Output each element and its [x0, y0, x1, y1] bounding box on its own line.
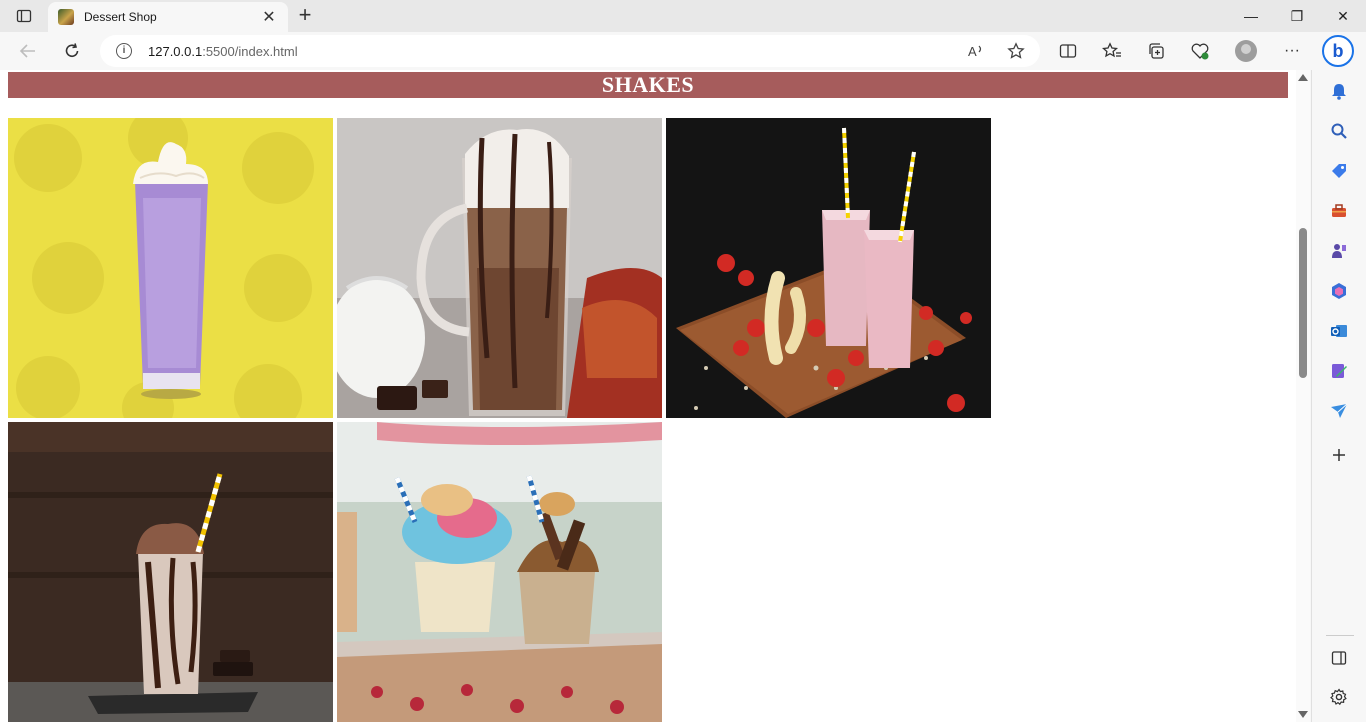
sidebar-divider	[1326, 635, 1354, 636]
tab-close-icon[interactable]: ✕	[260, 7, 278, 27]
hide-sidebar-icon[interactable]	[1324, 643, 1354, 673]
refresh-button[interactable]	[56, 36, 88, 66]
refresh-icon	[65, 43, 79, 57]
dessert-shop-favicon-icon	[58, 9, 74, 25]
tab-title: Dessert Shop	[84, 10, 157, 24]
tab-actions-button[interactable]	[8, 4, 40, 28]
address-bar[interactable]: i 127.0.0.1:5500/index.html A	[100, 35, 1040, 67]
close-window-button[interactable]: ✕	[1320, 0, 1366, 32]
freakshakes-image	[337, 422, 662, 722]
settings-more-button[interactable]: ···	[1276, 36, 1308, 66]
scroll-down-arrow-icon[interactable]	[1298, 711, 1308, 718]
purple-shake-image	[8, 118, 333, 418]
drop-send-icon[interactable]	[1324, 396, 1354, 426]
url-path: :5500/index.html	[202, 43, 298, 59]
page-scrollbar[interactable]	[1296, 70, 1310, 722]
copilot-bing-button[interactable]: b	[1322, 35, 1354, 67]
avatar	[1235, 40, 1257, 62]
new-tab-button[interactable]: +	[292, 4, 318, 28]
add-sidebar-app-icon[interactable]	[1324, 440, 1354, 470]
heart-pulse-icon	[1191, 43, 1209, 60]
site-info-icon[interactable]: i	[116, 43, 132, 59]
section-header: SHAKES	[8, 72, 1288, 98]
svg-text:A: A	[968, 44, 977, 59]
read-aloud-icon[interactable]: A	[960, 35, 992, 67]
collections-button[interactable]	[1140, 36, 1172, 66]
notifications-bell-icon[interactable]	[1324, 76, 1354, 106]
shopping-tag-icon[interactable]	[1324, 156, 1354, 186]
search-icon[interactable]	[1324, 116, 1354, 146]
restore-button[interactable]: ❐	[1274, 0, 1320, 32]
favorites-button[interactable]	[1096, 36, 1128, 66]
section-title: SHAKES	[601, 72, 695, 97]
scroll-up-arrow-icon[interactable]	[1298, 74, 1308, 81]
collections-icon	[1149, 43, 1164, 59]
chocolate-milkshake-image	[8, 422, 333, 722]
tools-toolbox-icon[interactable]	[1324, 196, 1354, 226]
browser-toolbar: i 127.0.0.1:5500/index.html A ···	[0, 32, 1366, 70]
outlook-icon[interactable]	[1324, 316, 1354, 346]
back-button[interactable]	[12, 36, 44, 66]
minimize-button[interactable]: —	[1228, 0, 1274, 32]
games-icon[interactable]	[1324, 236, 1354, 266]
split-screen-icon	[1059, 44, 1077, 58]
designer-icon[interactable]	[1324, 356, 1354, 386]
page-viewport: SHAKES	[0, 70, 1296, 722]
active-tab[interactable]: Dessert Shop ✕	[48, 2, 288, 32]
favorite-star-icon[interactable]	[1000, 35, 1032, 67]
back-arrow-icon	[19, 44, 35, 58]
chocolate-coffee-shake-image	[337, 118, 662, 418]
microsoft-365-icon[interactable]	[1324, 276, 1354, 306]
split-screen-button[interactable]	[1052, 36, 1084, 66]
tab-actions-icon	[16, 9, 32, 23]
tab-strip: Dessert Shop ✕ + — ❐ ✕	[0, 0, 1366, 32]
profile-button[interactable]	[1230, 36, 1262, 66]
url-host: 127.0.0.1	[148, 43, 203, 59]
edge-sidebar	[1311, 70, 1366, 722]
scroll-thumb[interactable]	[1299, 228, 1307, 378]
sidebar-settings-gear-icon[interactable]	[1324, 682, 1354, 712]
strawberry-banana-smoothie-image	[666, 118, 991, 418]
browser-essentials-button[interactable]	[1184, 36, 1216, 66]
favorites-icon	[1102, 42, 1121, 58]
